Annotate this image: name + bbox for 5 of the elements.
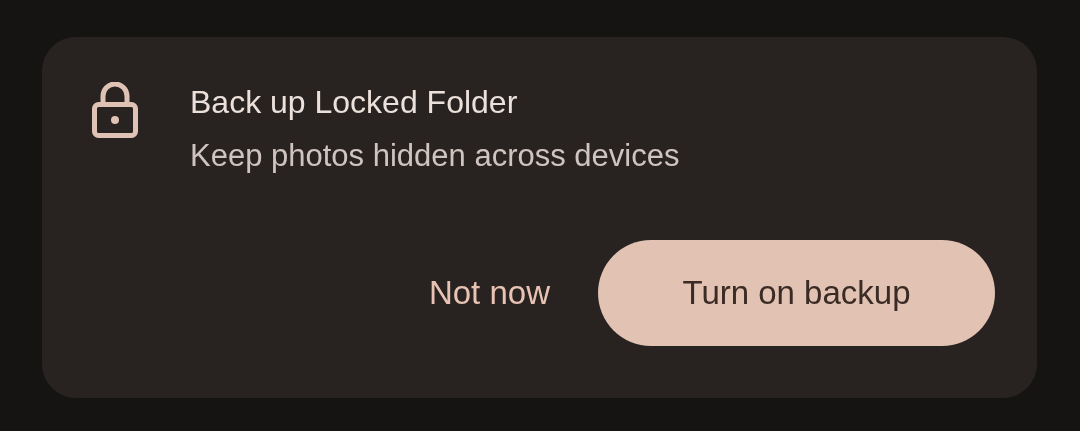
lock-icon bbox=[92, 82, 138, 138]
enable-button[interactable]: Turn on backup bbox=[598, 240, 995, 346]
banner-title: Back up Locked Folder bbox=[190, 83, 519, 122]
dismiss-button[interactable]: Not now bbox=[396, 240, 582, 346]
banner-subtitle: Keep photos hidden across devices bbox=[190, 137, 680, 175]
